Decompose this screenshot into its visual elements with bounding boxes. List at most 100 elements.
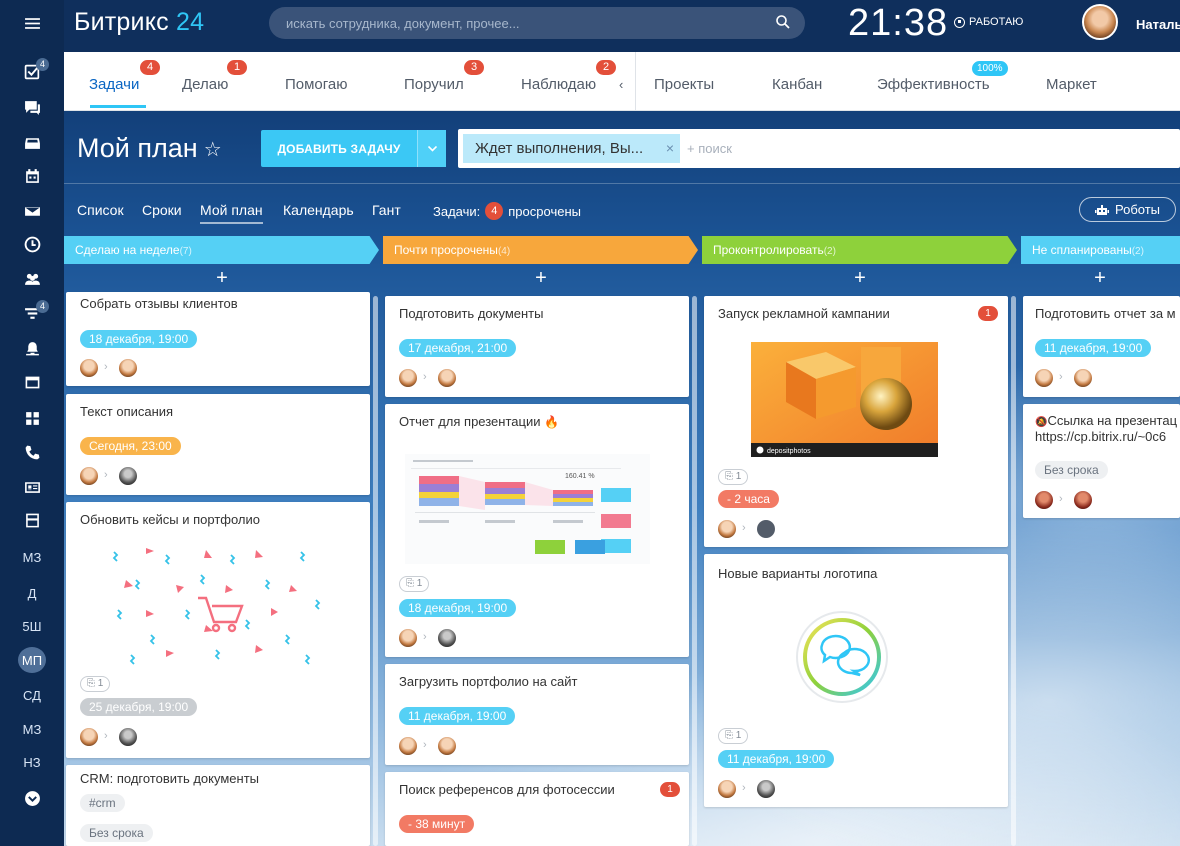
creator-avatar[interactable] [80,359,98,377]
work-status-button[interactable]: РАБОТАЮ [954,16,1023,28]
add-card-plus-icon[interactable]: + [850,268,870,288]
add-task-button[interactable]: ДОБАВИТЬ ЗАДАЧУ [261,130,446,167]
menu-icon[interactable] [0,8,64,38]
tabs-collapse-chevron-icon[interactable]: ‹ [619,77,623,92]
group-mz-1[interactable]: МЗ [0,542,64,572]
apps-icon[interactable] [0,403,64,433]
task-title[interactable]: Отчет для презентации 🔥 [399,414,559,429]
task-card[interactable]: CRM: подготовить документы #crm Без срок… [66,765,370,846]
creator-avatar[interactable] [718,780,736,798]
creator-avatar[interactable] [80,728,98,746]
responsible-avatar[interactable] [438,369,456,387]
responsible-avatar[interactable] [1074,491,1092,509]
task-card[interactable]: Запуск рекламной кампании 1 depositphoto… [704,296,1008,547]
task-title[interactable]: Подготовить документы [399,306,543,321]
task-card[interactable]: Отчет для презентации 🔥 160.41 % ⎘ 1 18 … [385,404,689,657]
deadline-badge[interactable]: - 38 минут [399,815,475,833]
task-card[interactable]: Обновить кейсы и портфолио ⎘ 1 25 декабр… [66,502,370,758]
chat-icon[interactable] [0,92,64,122]
task-card[interactable]: Новые варианты логотипа ⎘ 1 11 декабря, … [704,554,1008,807]
deadline-badge[interactable]: 18 декабря, 19:00 [80,330,198,348]
view-gantt[interactable]: Гант [372,202,401,218]
responsible-avatar[interactable] [119,359,137,377]
overdue-counter[interactable]: Задачи: 4 просрочены [433,202,581,220]
task-title[interactable]: Текст описания [80,404,173,419]
deadline-badge[interactable]: Без срока [80,824,153,842]
tab-watching[interactable]: Наблюдаю [521,76,596,93]
search-input[interactable]: искать сотрудника, документ, прочее... [269,7,805,39]
stage-control[interactable]: Проконтролировать(2) [702,236,1017,264]
star-icon[interactable]: ☆ [204,137,222,162]
column-scrollbar[interactable] [1011,296,1016,846]
task-title[interactable]: CRM: подготовить документы [80,771,259,786]
inbox-icon[interactable] [0,128,64,158]
clock-icon[interactable] [0,229,64,259]
deadline-badge[interactable]: - 2 часа [718,490,779,508]
view-my-plan[interactable]: Мой план [200,202,263,224]
deadline-badge[interactable]: 18 декабря, 19:00 [399,599,517,617]
deadline-badge[interactable]: 25 декабря, 19:00 [80,698,198,716]
add-task-dropdown[interactable] [417,130,446,167]
creator-avatar[interactable] [1035,369,1053,387]
filter-icon[interactable]: 4 [0,298,64,328]
mail-icon[interactable] [0,196,64,226]
tasks-icon[interactable]: 4 [0,56,64,86]
task-title[interactable]: Собрать отзывы клиентов [80,296,238,311]
deadline-badge[interactable]: Сегодня, 23:00 [80,437,181,455]
stage-almost-overdue[interactable]: Почти просрочены(4) [383,236,698,264]
responsible-avatar[interactable] [438,629,456,647]
group-d[interactable]: Д [0,578,64,608]
creator-avatar[interactable] [399,629,417,647]
creator-avatar[interactable] [80,467,98,485]
task-card[interactable]: Собрать отзывы клиентов 18 декабря, 19:0… [66,292,370,386]
attachment-counter[interactable]: ⎘ 1 [718,728,749,744]
creator-avatar[interactable] [718,520,736,538]
tab-projects[interactable]: Проекты [654,76,714,93]
stage-unplanned[interactable]: Не спланированы(2) [1021,236,1180,264]
task-card[interactable]: Подготовить документы 17 декабря, 21:00 … [385,296,689,397]
tab-efficiency[interactable]: Эффективность [877,76,990,93]
group-sd[interactable]: СД [0,680,64,710]
task-title[interactable]: 🔕Ссылка на презентац [1035,413,1177,428]
deadline-badge[interactable]: 11 декабря, 19:00 [718,750,835,768]
task-card[interactable]: Текст описания Сегодня, 23:00 › [66,394,370,495]
logo[interactable]: Битрикс 24 [74,8,204,37]
view-deadlines[interactable]: Сроки [142,202,182,218]
close-icon[interactable]: × [666,140,674,156]
task-card[interactable]: 🔕Ссылка на презентац https://cp.bitrix.r… [1023,404,1180,518]
responsible-avatar[interactable] [757,520,775,538]
task-title[interactable]: Поиск референсов для фотосессии [399,782,615,797]
calendar-icon[interactable] [0,161,64,191]
sites-icon[interactable] [0,505,64,535]
employees-icon[interactable] [0,264,64,294]
attachment-counter[interactable]: ⎘ 1 [718,469,749,485]
creator-avatar[interactable] [1035,491,1053,509]
task-title[interactable]: Запуск рекламной кампании [718,306,890,321]
phone-icon[interactable] [0,437,64,467]
view-calendar[interactable]: Календарь [283,202,354,218]
tab-market[interactable]: Маркет [1046,76,1097,93]
tab-assigned[interactable]: Поручил [404,76,464,93]
view-list[interactable]: Список [77,202,124,218]
creator-avatar[interactable] [399,737,417,755]
group-mp[interactable]: МП [0,645,64,675]
deadline-badge[interactable]: 11 декабря, 19:00 [1035,339,1152,357]
tab-tasks[interactable]: Задачи [89,76,139,93]
deadline-badge[interactable]: 11 декабря, 19:00 [399,707,516,725]
responsible-avatar[interactable] [119,467,137,485]
tab-kanban[interactable]: Канбан [772,76,822,93]
task-tag[interactable]: #crm [80,794,125,812]
add-card-plus-icon[interactable]: + [212,268,232,288]
user-avatar[interactable] [1082,4,1118,40]
task-card[interactable]: Загрузить портфолио на сайт 11 декабря, … [385,664,689,765]
responsible-avatar[interactable] [757,780,775,798]
responsible-avatar[interactable] [1074,369,1092,387]
task-title[interactable]: Обновить кейсы и портфолио [80,512,260,527]
group-nz[interactable]: НЗ [0,747,64,777]
task-title[interactable]: Загрузить портфолио на сайт [399,674,577,689]
responsible-avatar[interactable] [438,737,456,755]
contacts-icon[interactable] [0,472,64,502]
group-5sh[interactable]: 5Ш [0,611,64,641]
column-scrollbar[interactable] [692,296,697,846]
deadline-badge[interactable]: 17 декабря, 21:00 [399,339,517,357]
